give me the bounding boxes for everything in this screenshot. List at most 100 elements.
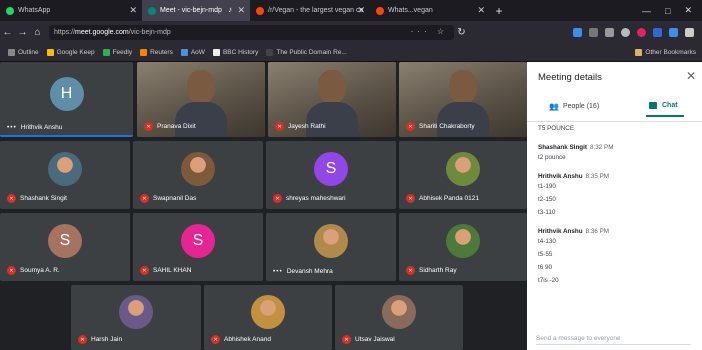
tab-close-icon[interactable]: ✕ bbox=[357, 5, 365, 16]
participant-name: shreyas maheshwari bbox=[286, 195, 346, 202]
mic-off-icon: ✕ bbox=[342, 335, 351, 344]
participant-name: Swapnanil Das bbox=[153, 195, 197, 202]
mic-off-icon: ✕ bbox=[140, 266, 149, 275]
participant-tile[interactable]: ✕ Swapnanil Das bbox=[133, 141, 263, 209]
chat-input[interactable]: Send a message to everyone bbox=[536, 335, 691, 345]
library-icon[interactable] bbox=[589, 28, 598, 37]
browser-tab[interactable]: Whats...vegan ✕ bbox=[370, 0, 490, 21]
extension-red-icon[interactable] bbox=[637, 28, 646, 37]
participant-name: Shariti Chakraborty bbox=[419, 123, 475, 130]
new-tab-button[interactable]: + bbox=[490, 0, 508, 21]
bookmark-label: Outline bbox=[18, 49, 39, 56]
bookmark-icon bbox=[266, 49, 274, 56]
mic-off-icon: ✕ bbox=[7, 266, 16, 275]
sidebar-icon[interactable] bbox=[605, 28, 614, 37]
chat-text: t7is -20 bbox=[538, 277, 559, 284]
reload-icon[interactable]: ↻ bbox=[454, 27, 469, 38]
speaking-indicator bbox=[0, 135, 133, 137]
panel-tabs: 👥 People (16) Chat bbox=[527, 97, 702, 122]
tab-audio-icon[interactable]: ♪ bbox=[228, 5, 232, 14]
participant-tile[interactable]: ✕ Abhisek Panda 0121 bbox=[399, 141, 527, 209]
browser-tab[interactable]: Meet - vic-bejn-mdp ✕ ♪ bbox=[142, 0, 250, 21]
chat-text: t3-110 bbox=[538, 209, 556, 216]
participant-tile[interactable]: ✕ Pranava Dixit bbox=[137, 62, 265, 137]
bookmark-item[interactable]: The Public Domain Re... bbox=[266, 49, 347, 56]
participant-tile[interactable]: H ••• Hrithvik Anshu bbox=[0, 62, 133, 137]
participant-name: Shashank Singit bbox=[20, 195, 67, 202]
participant-name: SAHIL KHAN bbox=[153, 267, 192, 274]
chat-message-header: Hrithvik Anshu 8:35 PM bbox=[538, 173, 693, 180]
bookmark-icon bbox=[8, 49, 15, 56]
people-icon: 👥 bbox=[549, 102, 559, 111]
participant-tile[interactable]: S ✕ SAHIL KHAN bbox=[133, 213, 263, 281]
browser-toolbar: ← → ⌂ https://meet.google.com/vic-bejn-m… bbox=[0, 21, 702, 44]
audio-level-icon: ••• bbox=[273, 268, 283, 275]
browser-tab[interactable]: /r/Vegan - the largest vegan co ✕ bbox=[250, 0, 370, 21]
chat-text: t2 pounce bbox=[538, 154, 566, 161]
bookmark-label: BBC History bbox=[222, 49, 259, 56]
tab-title: WhatsApp bbox=[18, 7, 51, 14]
other-bookmarks[interactable]: Other Bookmarks bbox=[635, 49, 696, 56]
forward-icon[interactable]: → bbox=[15, 27, 30, 38]
minimize-icon[interactable]: — bbox=[642, 6, 651, 16]
mic-off-icon: ✕ bbox=[144, 122, 153, 131]
chat-sender: Shashank Singit bbox=[538, 144, 587, 151]
avatar-photo bbox=[314, 224, 348, 258]
tab-people[interactable]: 👥 People (16) bbox=[549, 102, 599, 111]
maximize-icon[interactable]: □ bbox=[665, 6, 670, 16]
participant-tile[interactable]: ✕ Jayesh Rathi bbox=[268, 62, 396, 137]
tab-close-icon[interactable]: ✕ bbox=[237, 5, 245, 16]
avatar-letter: H bbox=[49, 76, 84, 111]
avatar-photo bbox=[446, 224, 480, 258]
bookmark-label: The Public Domain Re... bbox=[276, 49, 347, 56]
tab-close-icon[interactable]: ✕ bbox=[129, 5, 137, 16]
participant-name-tag: ••• Devansh Mehra bbox=[273, 268, 333, 275]
bookmark-item[interactable]: AoW bbox=[180, 49, 205, 56]
participant-tile[interactable]: ✕ Harsh Jain bbox=[71, 285, 201, 350]
participant-name-tag: ✕ Jayesh Rathi bbox=[275, 122, 326, 131]
bookmark-item[interactable]: Outline bbox=[8, 49, 39, 56]
bookmark-icon bbox=[140, 49, 148, 56]
close-icon[interactable]: ✕ bbox=[686, 69, 696, 83]
mic-off-icon: ✕ bbox=[406, 194, 415, 203]
tab-close-icon[interactable]: ✕ bbox=[477, 5, 485, 16]
tab-chat[interactable]: Chat bbox=[646, 102, 684, 117]
avatar-letter: S bbox=[314, 152, 348, 186]
participant-name: Harsh Jain bbox=[91, 336, 123, 343]
participant-tile[interactable]: S ✕ Soumya A. R. bbox=[0, 213, 130, 281]
mic-off-icon: ✕ bbox=[78, 335, 87, 344]
browser-tab[interactable]: WhatsApp ✕ bbox=[0, 0, 142, 21]
bookmark-item[interactable]: Google Keep bbox=[46, 49, 95, 56]
menu-icon[interactable] bbox=[685, 28, 694, 37]
home-icon[interactable]: ⌂ bbox=[30, 27, 45, 38]
mic-off-icon: ✕ bbox=[211, 335, 220, 344]
extension-grid-icon[interactable] bbox=[653, 28, 662, 37]
url-bar[interactable]: https://meet.google.com/vic-bejn-mdp ···… bbox=[49, 25, 454, 40]
participant-tile[interactable]: ✕ Shashank Singit bbox=[0, 141, 130, 209]
participant-tile[interactable]: ••• Devansh Mehra bbox=[266, 213, 396, 281]
bookmark-item[interactable]: Reuters bbox=[140, 49, 173, 56]
bookmarks-bar: Outline Google Keep Feedly Reuters AoW BBC Hi… bbox=[0, 44, 702, 62]
chat-sender: Hrithvik Anshu bbox=[538, 173, 583, 180]
participant-name: Devansh Mehra bbox=[286, 268, 333, 275]
avatar-photo bbox=[251, 294, 285, 329]
url-actions-icons[interactable]: ··· ☆ bbox=[411, 27, 448, 36]
participant-tile[interactable]: ✕ Utsav Jaiswal bbox=[335, 285, 463, 350]
participant-tile[interactable]: ✕ Shariti Chakraborty bbox=[399, 62, 527, 137]
account-icon[interactable] bbox=[621, 28, 630, 37]
avatar-photo bbox=[119, 294, 153, 329]
bookmark-item[interactable]: Feedly bbox=[102, 49, 132, 56]
participant-tile[interactable]: ✕ Abhishek Anand bbox=[204, 285, 332, 350]
participant-tile[interactable]: ✕ Sidharth Ray bbox=[399, 213, 527, 281]
avatar-photo bbox=[48, 152, 82, 186]
extension-blue-icon[interactable] bbox=[669, 28, 678, 37]
bookmark-item[interactable]: BBC History bbox=[212, 49, 259, 56]
participant-tile[interactable]: S ✕ shreyas maheshwari bbox=[266, 141, 396, 209]
participant-name-tag: ✕ Soumya A. R. bbox=[7, 266, 60, 275]
window-close-icon[interactable]: ✕ bbox=[684, 5, 692, 16]
back-icon[interactable]: ← bbox=[0, 27, 15, 38]
bookmark-label: Google Keep bbox=[56, 49, 95, 56]
mic-off-icon: ✕ bbox=[273, 194, 282, 203]
download-icon[interactable] bbox=[573, 28, 582, 37]
participant-name-tag: ✕ Harsh Jain bbox=[78, 335, 122, 344]
